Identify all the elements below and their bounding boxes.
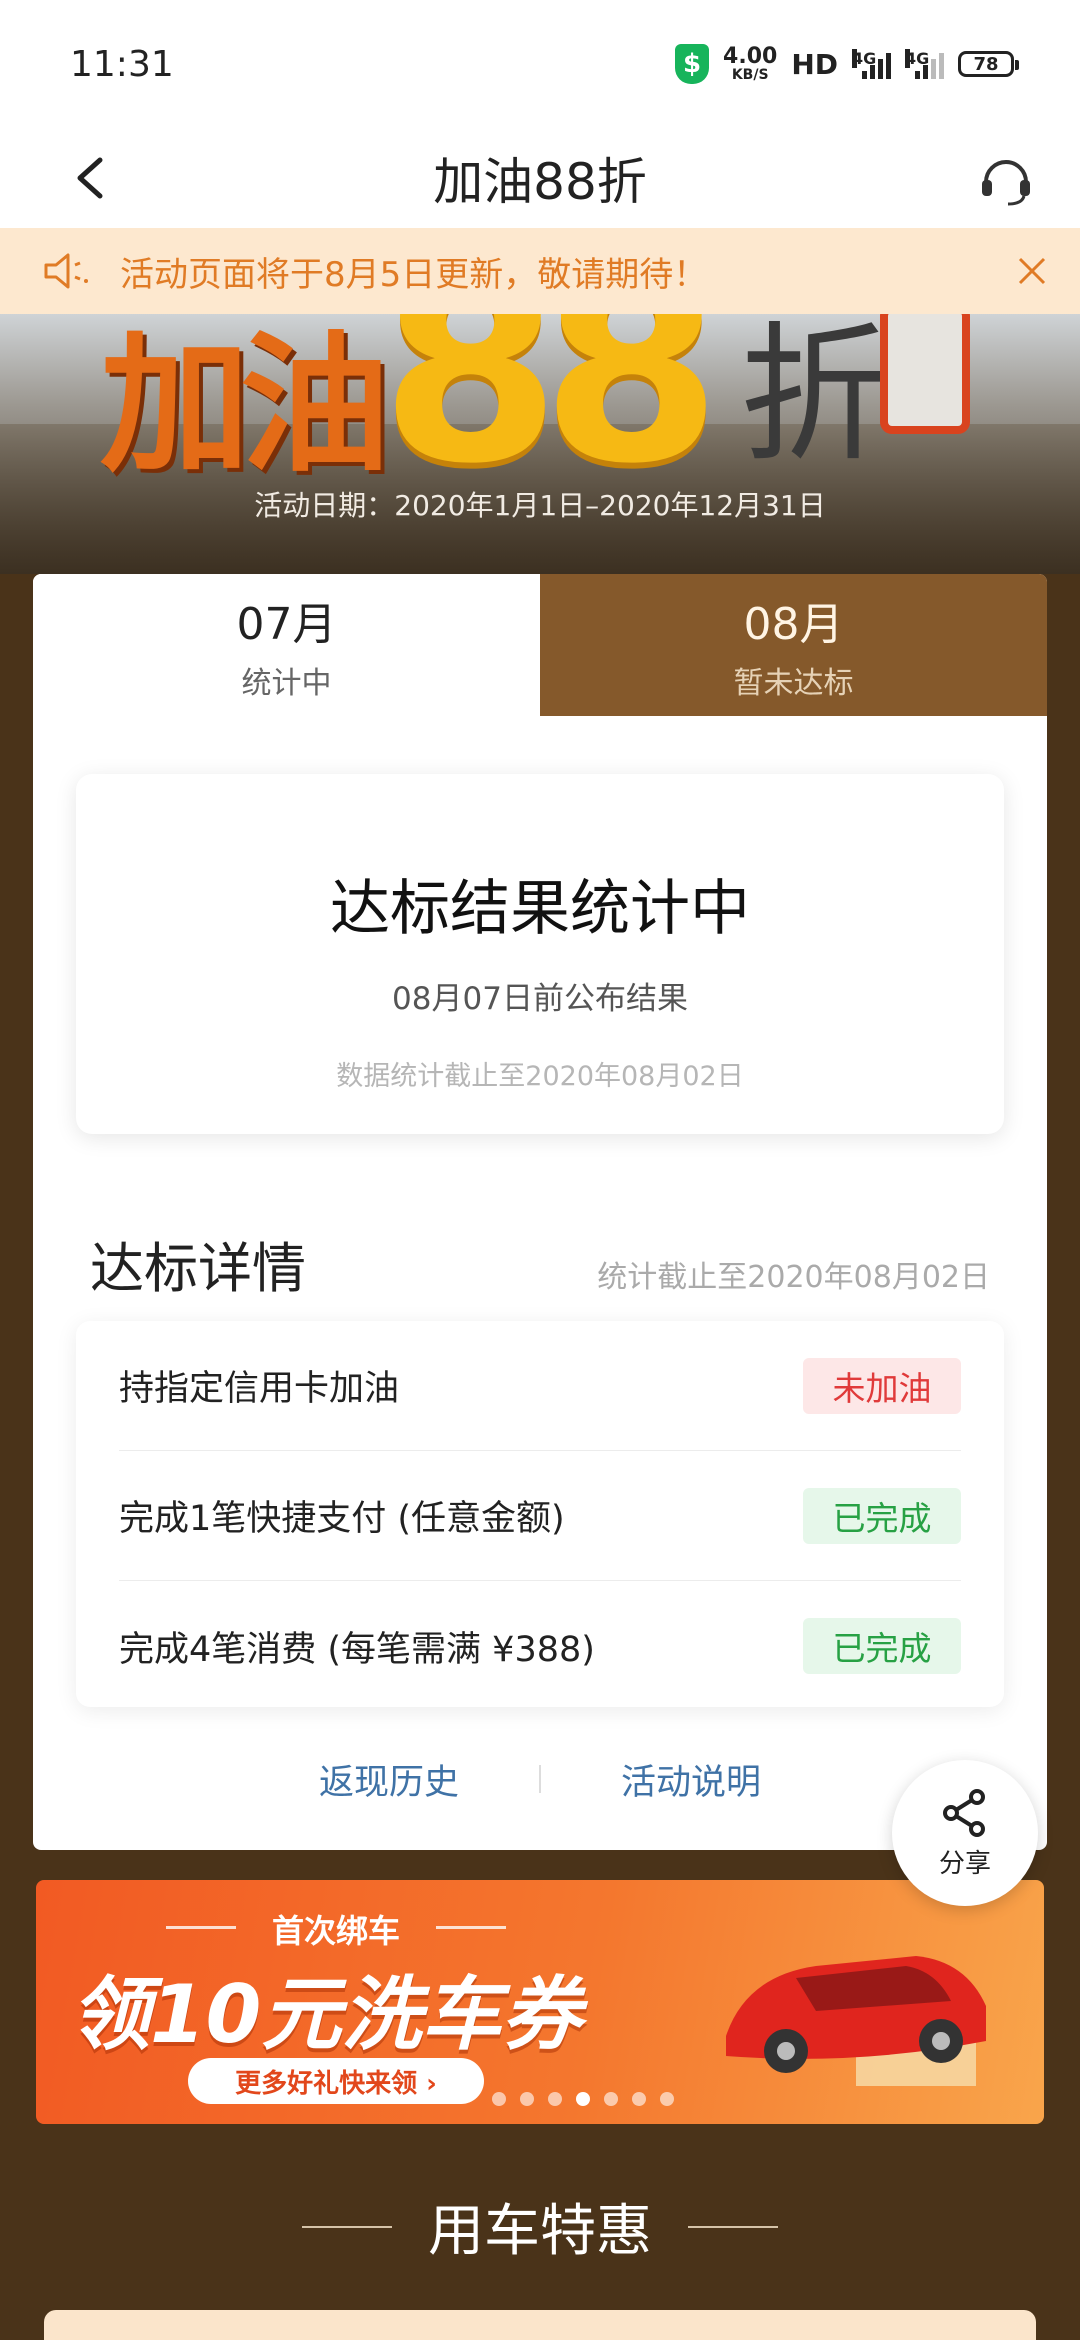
divider-line — [688, 2225, 778, 2228]
result-note: 数据统计截止至2020年08月02日 — [336, 1061, 744, 1092]
detail-header: 达标详情 统计截止至2020年08月02日 — [90, 1224, 990, 1303]
result-box: 达标结果统计中 08月07日前公布结果 数据统计截止至2020年08月02日 — [76, 774, 1004, 1134]
section-header: 用车特惠 — [0, 2186, 1080, 2267]
notice-bar: 活动页面将于8月5日更新，敬请期待！ — [0, 228, 1080, 314]
task-list: 持指定信用卡加油 未加油 完成1笔快捷支付 (任意金额) 已完成 完成4笔消费 … — [76, 1321, 1004, 1707]
car-icon — [726, 1956, 986, 2086]
main-card: 07月 统计中 08月 暂未达标 达标结果统计中 08月07日前公布结果 数据统… — [33, 574, 1047, 1850]
back-arrow-icon[interactable] — [70, 156, 114, 200]
month-tabs: 07月 统计中 08月 暂未达标 — [33, 574, 1047, 716]
detail-title: 达标详情 — [90, 1237, 306, 1300]
carousel-dot-active[interactable] — [576, 2092, 590, 2106]
section-title: 用车特惠 — [428, 2199, 652, 2264]
divider-line — [302, 2225, 392, 2228]
notice-text: 活动页面将于8月5日更新，敬请期待！ — [120, 254, 708, 295]
customer-service-icon[interactable] — [978, 154, 1034, 206]
task-row: 完成4笔消费 (每笔需满 ¥388) 已完成 — [119, 1581, 961, 1711]
promo-button[interactable]: 更多好礼快来领 › — [188, 2058, 484, 2104]
close-icon[interactable] — [1014, 253, 1050, 289]
status-bar: 11:31 $ 4.00 KB/S HD 4G 4G 78 — [0, 0, 1080, 128]
carousel-dots — [492, 2092, 674, 2106]
footer-links: 返现历史 活动说明 — [33, 1749, 1047, 1809]
task-name: 完成4笔消费 (每笔需满 ¥388) — [119, 1629, 595, 1670]
hero-banner: 加油 88 折 活动日期：2020年1月1日–2020年12月31日 — [0, 314, 1080, 574]
fuel-pump-icon — [880, 314, 970, 434]
carousel-dot[interactable] — [660, 2092, 674, 2106]
result-subtitle: 08月07日前公布结果 — [392, 981, 688, 1017]
signal-icon: 4G — [905, 49, 944, 79]
carousel-dot[interactable] — [492, 2092, 506, 2106]
carousel-dot[interactable] — [604, 2092, 618, 2106]
speaker-icon — [44, 253, 88, 289]
signal-icon: 4G — [852, 49, 891, 79]
hd-icon: HD — [791, 47, 838, 81]
share-label: 分享 — [938, 1848, 991, 1879]
history-link[interactable]: 返现历史 — [319, 1754, 459, 1805]
promo-banner[interactable]: 首次绑车 领10元洗车券 更多好礼快来领 › — [36, 1880, 1044, 2124]
task-name: 完成1笔快捷支付 (任意金额) — [119, 1499, 565, 1539]
result-title: 达标结果统计中 — [330, 874, 750, 944]
rules-link[interactable]: 活动说明 — [621, 1754, 761, 1805]
tab-august[interactable]: 08月 暂未达标 — [540, 574, 1047, 716]
link-divider — [539, 1765, 541, 1793]
tab-july[interactable]: 07月 统计中 — [33, 574, 540, 716]
hero-jia-you-text: 加油 — [100, 317, 390, 493]
carousel-dot[interactable] — [520, 2092, 534, 2106]
page-title: 加油88折 — [433, 153, 647, 211]
battery-icon: 78 — [958, 51, 1019, 77]
task-row: 完成1笔快捷支付 (任意金额) 已完成 — [119, 1451, 961, 1581]
hero-zhe-text: 折 — [740, 314, 891, 483]
carousel-dot[interactable] — [548, 2092, 562, 2106]
activity-date: 活动日期：2020年1月1日–2020年12月31日 — [254, 489, 826, 522]
promo-headline: 领10元洗车券 — [70, 1968, 582, 2061]
share-button[interactable]: 分享 — [892, 1760, 1038, 1906]
network-speed: 4.00 KB/S — [723, 44, 778, 83]
offer-card[interactable] — [44, 2310, 1036, 2340]
nav-bar: 加油88折 — [0, 128, 1080, 228]
carousel-dot[interactable] — [632, 2092, 646, 2106]
status-badge: 未加油 — [803, 1357, 961, 1414]
promo-tag: 首次绑车 — [166, 1906, 506, 1952]
status-time: 11:31 — [70, 43, 174, 85]
task-row: 持指定信用卡加油 未加油 — [119, 1321, 961, 1451]
detail-date: 统计截止至2020年08月02日 — [597, 1260, 990, 1295]
status-badge: 已完成 — [803, 1618, 961, 1674]
status-badge: 已完成 — [803, 1487, 961, 1544]
task-name: 持指定信用卡加油 — [119, 1369, 400, 1409]
security-shield-icon: $ — [675, 44, 710, 84]
share-icon — [943, 1788, 985, 1837]
status-icons: $ 4.00 KB/S HD 4G 4G 78 — [675, 44, 1019, 84]
